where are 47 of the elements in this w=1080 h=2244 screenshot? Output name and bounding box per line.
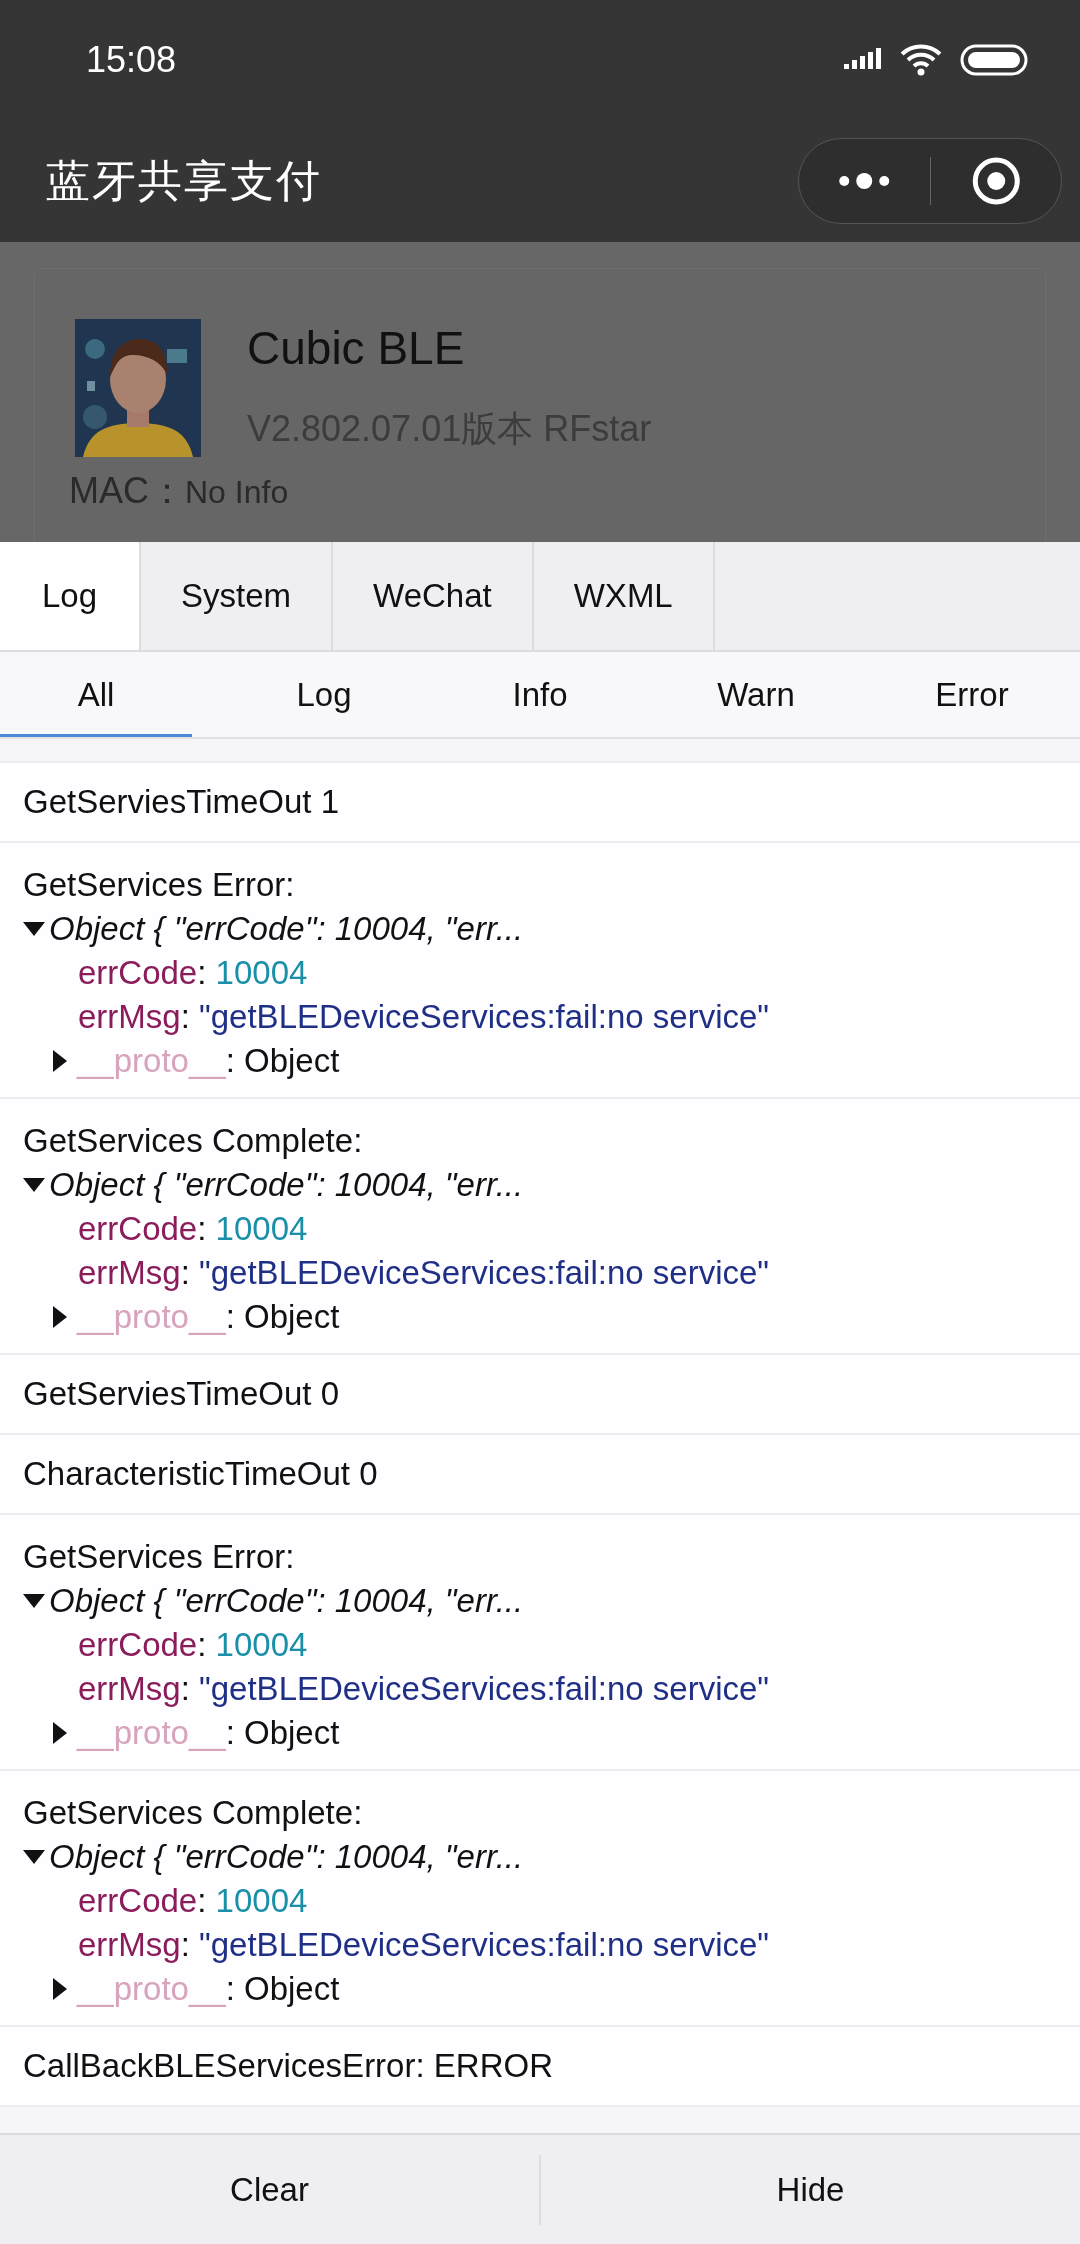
filter-tab[interactable]: Log xyxy=(216,652,432,737)
object-property: errCode: 10004 xyxy=(77,953,309,993)
log-message: GetServiesTimeOut 0 xyxy=(22,1374,341,1414)
log-message: GetServices Complete: xyxy=(23,1121,364,1161)
object-summary: Object { "errCode": 10004, "err... xyxy=(49,1837,524,1877)
expand-icon[interactable] xyxy=(53,1306,67,1328)
object-property: errMsg: "getBLEDeviceServices:fail:no service" xyxy=(77,997,771,1037)
wifi-icon xyxy=(900,43,942,77)
object-property: __proto__: Object xyxy=(77,1041,340,1081)
object-property: errMsg: "getBLEDeviceServices:fail:no service" xyxy=(77,1253,771,1293)
status-time: 15:08 xyxy=(86,39,178,81)
expand-icon[interactable] xyxy=(53,1722,67,1744)
battery-icon xyxy=(960,44,1028,76)
object-property: __proto__: Object xyxy=(77,1297,340,1337)
page-title: 蓝牙共享支付 xyxy=(46,153,323,208)
log-message: GetServices Complete: xyxy=(23,1793,364,1833)
object-property: __proto__: Object xyxy=(77,1969,340,2009)
filter-tab[interactable]: Error xyxy=(864,652,1080,737)
mac-label: MAC： xyxy=(69,469,185,513)
object-property: __proto__: Object xyxy=(77,1713,340,1753)
collapse-icon[interactable] xyxy=(23,922,45,936)
object-property: errMsg: "getBLEDeviceServices:fail:no service" xyxy=(77,1925,771,1965)
collapse-icon[interactable] xyxy=(23,1178,45,1192)
device-name: Cubic BLE xyxy=(247,321,466,375)
mac-value: No Info xyxy=(185,474,289,511)
object-property: errCode: 10004 xyxy=(77,1209,309,1249)
collapse-icon[interactable] xyxy=(23,1850,45,1864)
log-message: GetServiesTimeOut 1 xyxy=(22,782,341,822)
filter-tab[interactable]: Warn xyxy=(648,652,864,737)
log-message: CharacteristicTimeOut 0 xyxy=(22,1454,379,1494)
object-summary: Object { "errCode": 10004, "err... xyxy=(49,1581,524,1621)
panel-button[interactable]: Hide xyxy=(541,2135,1080,2244)
object-summary: Object { "errCode": 10004, "err... xyxy=(49,909,524,949)
filter-tab[interactable]: Info xyxy=(432,652,648,737)
expand-icon[interactable] xyxy=(53,1050,67,1072)
filter-tab[interactable]: All xyxy=(0,652,192,737)
panel-button[interactable]: Clear xyxy=(0,2135,539,2244)
log-message: GetServices Error: xyxy=(23,865,296,905)
log-message: GetServices Error: xyxy=(23,1537,296,1577)
expand-icon[interactable] xyxy=(53,1978,67,2000)
log-message: CallBackBLEServicesError: ERROR xyxy=(22,2046,554,2086)
object-summary: Object { "errCode": 10004, "err... xyxy=(49,1165,524,1205)
object-property: errCode: 10004 xyxy=(77,1625,309,1665)
object-property: errCode: 10004 xyxy=(77,1881,309,1921)
object-property: errMsg: "getBLEDeviceServices:fail:no service" xyxy=(77,1669,771,1709)
console-tab[interactable]: Log xyxy=(0,542,142,650)
collapse-icon[interactable] xyxy=(23,1594,45,1608)
